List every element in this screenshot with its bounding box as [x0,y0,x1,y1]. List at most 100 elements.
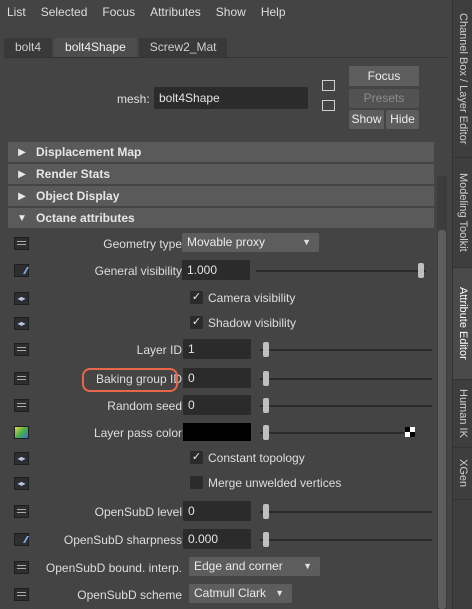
opensubd-level-slider[interactable] [260,511,432,513]
chevron-down-icon: ▼ [302,237,311,247]
menu-list[interactable]: List [0,5,34,19]
tab-modeling-toolkit[interactable]: Modeling Toolkit [453,158,472,268]
key-equal-icon[interactable] [14,399,29,412]
menu-selected[interactable]: Selected [34,5,96,19]
menu-focus[interactable]: Focus [95,5,143,19]
vertical-scrollbar[interactable] [437,176,447,609]
key-equal-icon[interactable] [14,561,29,574]
camera-visibility-checkbox[interactable]: ✓ [190,291,203,304]
presets-button[interactable]: Presets [349,89,419,108]
baking-group-id-handle[interactable] [263,371,269,386]
tab-bolt4[interactable]: bolt4 [4,38,53,57]
layer-pass-color-swatch[interactable] [183,423,251,441]
section-displacement-map[interactable]: ▶ Displacement Map [8,142,434,162]
shadow-visibility-checkbox[interactable]: ✓ [190,316,203,329]
tab-xgen[interactable]: XGen [453,448,472,500]
geometry-type-dropdown[interactable]: Movable proxy ▼ [182,233,319,252]
menu-attributes[interactable]: Attributes [143,5,209,19]
layer-id-handle[interactable] [263,342,269,357]
section-label: Render Stats [36,167,111,181]
layer-pass-color-handle[interactable] [263,425,269,440]
opensubd-sharpness-field[interactable]: 0.000 [183,529,251,549]
key-link-icon[interactable]: ◂▸ [14,477,29,490]
scrollbar-thumb[interactable] [438,230,446,609]
expand-right-icon: ▶ [18,168,26,180]
mesh-label: mesh: [117,92,150,106]
row-random-seed: Random seed 0 [8,393,434,420]
input-connection-icon[interactable] [322,80,335,91]
row-shadow-visibility: ◂▸ ✓ Shadow visibility [8,311,434,338]
section-label: Object Display [36,189,120,203]
expand-right-icon: ▶ [18,146,26,158]
tab-screw2-mat[interactable]: Screw2_Mat [138,38,228,57]
layer-pass-color-label: Layer pass color [93,426,182,440]
general-visibility-handle[interactable] [418,263,424,278]
row-merge-unwelded: ◂▸ Merge unwelded vertices [8,471,434,498]
opensubd-level-handle[interactable] [263,504,269,519]
opensubd-bound-dropdown[interactable]: Edge and corner ▼ [189,557,320,576]
opensubd-scheme-label: OpenSubD scheme [77,588,182,602]
key-equal-icon[interactable] [14,505,29,518]
random-seed-handle[interactable] [263,398,269,413]
layer-pass-color-slider[interactable] [260,432,404,434]
opensubd-sharpness-slider[interactable] [260,539,432,541]
key-link-icon[interactable]: ◂▸ [14,317,29,330]
tab-channel-box[interactable]: Channel Box / Layer Editor [453,0,472,158]
layer-id-field[interactable]: 1 [183,339,251,359]
key-equal-icon[interactable] [14,237,29,250]
key-equal-icon[interactable] [14,372,29,385]
general-visibility-field[interactable]: 1.000 [182,260,250,280]
shadow-visibility-label: Shadow visibility [208,316,297,330]
key-equal-icon[interactable] [14,588,29,601]
tab-human-ik[interactable]: Human IK [453,380,472,448]
row-opensubd-sharpness: OpenSubD sharpness 0.000 [8,527,434,554]
geometry-type-label: Geometry type [103,237,182,251]
show-button[interactable]: Show [349,110,384,129]
menu-show[interactable]: Show [209,5,254,19]
section-label: Octane attributes [36,211,135,225]
tab-bolt4shape[interactable]: bolt4Shape [54,38,137,57]
menu-help[interactable]: Help [254,5,294,19]
random-seed-label: Random seed [107,399,182,413]
key-link-icon[interactable]: ◂▸ [14,292,29,305]
general-visibility-slider[interactable] [256,270,426,272]
merge-unwelded-label: Merge unwelded vertices [208,476,342,490]
section-object-display[interactable]: ▶ Object Display [8,186,434,206]
chevron-down-icon: ▼ [303,561,312,571]
random-seed-field[interactable]: 0 [183,395,251,415]
color-key-icon[interactable] [14,426,29,439]
focus-button[interactable]: Focus [349,66,419,86]
node-tabs: bolt4 bolt4Shape Screw2_Mat [4,38,229,57]
opensubd-level-field[interactable]: 0 [183,501,251,521]
section-render-stats[interactable]: ▶ Render Stats [8,164,434,184]
key-arrow-icon[interactable] [14,264,29,277]
opensubd-scheme-dropdown[interactable]: Catmull Clark ▼ [189,584,292,603]
row-geometry-type: Geometry type Movable proxy ▼ [8,231,434,258]
mesh-name-field[interactable]: bolt4Shape [154,87,308,109]
hide-button[interactable]: Hide [386,110,419,129]
constant-topology-checkbox[interactable]: ✓ [190,451,203,464]
row-camera-visibility: ◂▸ ✓ Camera visibility [8,286,434,313]
chevron-down-icon: ▼ [275,588,284,598]
key-arrow-icon[interactable] [14,533,29,546]
random-seed-slider[interactable] [260,405,432,407]
row-opensubd-bound: OpenSubD bound. interp. Edge and corner ▼ [8,555,434,582]
row-general-visibility: General visibility 1.000 [8,258,434,285]
row-constant-topology: ◂▸ ✓ Constant topology [8,446,434,473]
baking-group-id-field[interactable]: 0 [183,368,251,388]
layer-id-slider[interactable] [260,349,432,351]
texture-checker-icon[interactable] [405,427,415,437]
attribute-sections: ▶ Displacement Map ▶ Render Stats ▶ Object … [8,142,434,230]
row-baking-group-id: Baking group ID 0 [8,366,434,393]
side-tab-strip: Channel Box / Layer Editor Modeling Tool… [452,0,472,609]
opensubd-sharpness-handle[interactable] [263,532,269,547]
baking-group-id-slider[interactable] [260,378,432,380]
merge-unwelded-checkbox[interactable] [190,476,203,489]
tab-divider [4,57,448,58]
key-equal-icon[interactable] [14,343,29,356]
tab-attribute-editor[interactable]: Attribute Editor [453,268,472,380]
section-octane-attributes[interactable]: ▼ Octane attributes [8,208,434,228]
key-link-icon[interactable]: ◂▸ [14,452,29,465]
highlight-annotation [82,368,178,392]
output-connection-icon[interactable] [322,100,335,111]
